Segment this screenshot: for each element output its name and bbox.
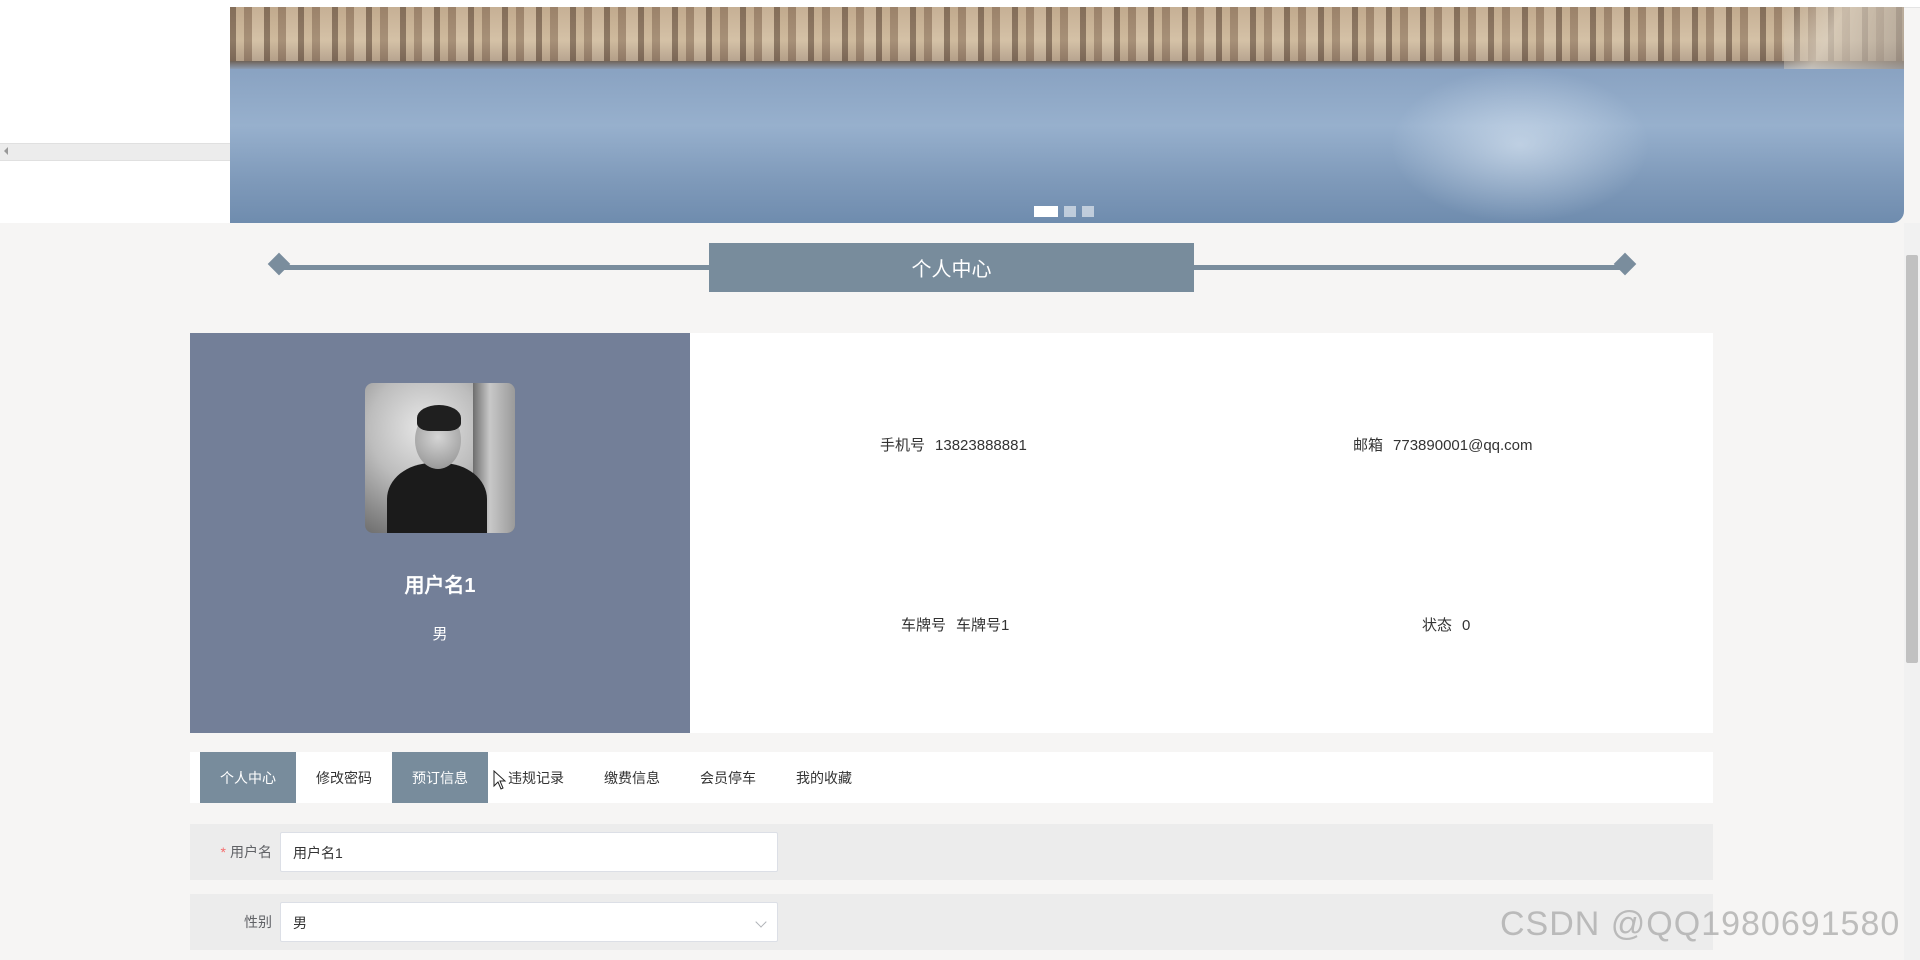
plate-value: 车牌号1 — [956, 617, 1010, 634]
tab-my-favorites[interactable]: 我的收藏 — [776, 752, 872, 803]
sex-select[interactable]: 男 — [280, 902, 778, 942]
horizontal-scrollbar[interactable] — [0, 143, 230, 161]
username-form-label-text: 用户名 — [230, 844, 272, 860]
section-title: 个人中心 — [709, 243, 1194, 292]
status-label: 状态 — [1422, 617, 1453, 634]
sex-form-label: 性别 — [244, 914, 272, 930]
email-field: 邮箱 773890001@qq.com — [1353, 434, 1533, 455]
heading-diamond-right-icon — [1613, 252, 1637, 276]
profile-username: 用户名1 — [404, 575, 476, 597]
username-input[interactable]: 用户名1 — [280, 832, 778, 872]
banner-city-skyline — [230, 7, 1904, 63]
plate-label: 车牌号 — [901, 617, 947, 634]
tab-payment-info[interactable]: 缴费信息 — [584, 752, 680, 803]
avatar-hair — [417, 405, 461, 431]
left-blank-pane — [0, 7, 230, 223]
sex-form-row: 性别 男 — [190, 894, 1713, 950]
profile-sex: 男 — [432, 626, 448, 643]
status-field: 状态 0 — [1422, 614, 1470, 635]
tab-bar: 个人中心 修改密码 预订信息 违规记录 缴费信息 会员停车 我的收藏 — [190, 752, 1713, 803]
carousel-indicator-1[interactable] — [1034, 206, 1058, 217]
profile-details-panel: 手机号 13823888881 邮箱 773890001@qq.com 车牌号 车牌号… — [690, 333, 1713, 733]
sex-select-value: 男 — [293, 915, 307, 931]
phone-field: 手机号 13823888881 — [880, 434, 1027, 455]
phone-label: 手机号 — [880, 437, 926, 454]
avatar — [365, 383, 515, 533]
heading-diamond-left-icon — [267, 252, 291, 276]
tab-personal-center[interactable]: 个人中心 — [200, 752, 296, 803]
username-form-label: * 用户名 — [190, 824, 272, 880]
required-asterisk: * — [220, 844, 226, 860]
carousel-indicator-2[interactable] — [1064, 206, 1076, 217]
chevron-down-icon — [755, 916, 767, 928]
watermark: CSDN @QQ1980691580 — [1500, 905, 1901, 943]
tab-member-parking[interactable]: 会员停车 — [680, 752, 776, 803]
carousel-indicators — [1034, 206, 1094, 217]
profile-summary-panel: 用户名1 男 — [190, 333, 690, 733]
username-form-row: * 用户名 用户名1 — [190, 824, 1713, 880]
banner-carousel[interactable] — [230, 7, 1904, 223]
banner-bridge — [1784, 7, 1904, 69]
banner-water-glow — [1390, 67, 1650, 223]
plate-field: 车牌号 车牌号1 — [901, 614, 1009, 635]
tab-change-password[interactable]: 修改密码 — [296, 752, 392, 803]
email-value: 773890001@qq.com — [1393, 437, 1533, 454]
tab-booking-info[interactable]: 预订信息 — [392, 752, 488, 803]
banner-shoreline — [230, 61, 1904, 69]
carousel-indicator-3[interactable] — [1082, 206, 1094, 217]
email-label: 邮箱 — [1353, 437, 1384, 454]
phone-value: 13823888881 — [935, 437, 1027, 454]
status-value: 0 — [1462, 617, 1471, 634]
avatar-body — [387, 463, 487, 533]
scroll-left-arrow-icon[interactable] — [4, 147, 8, 155]
page-scrollbar-thumb[interactable] — [1906, 255, 1918, 663]
